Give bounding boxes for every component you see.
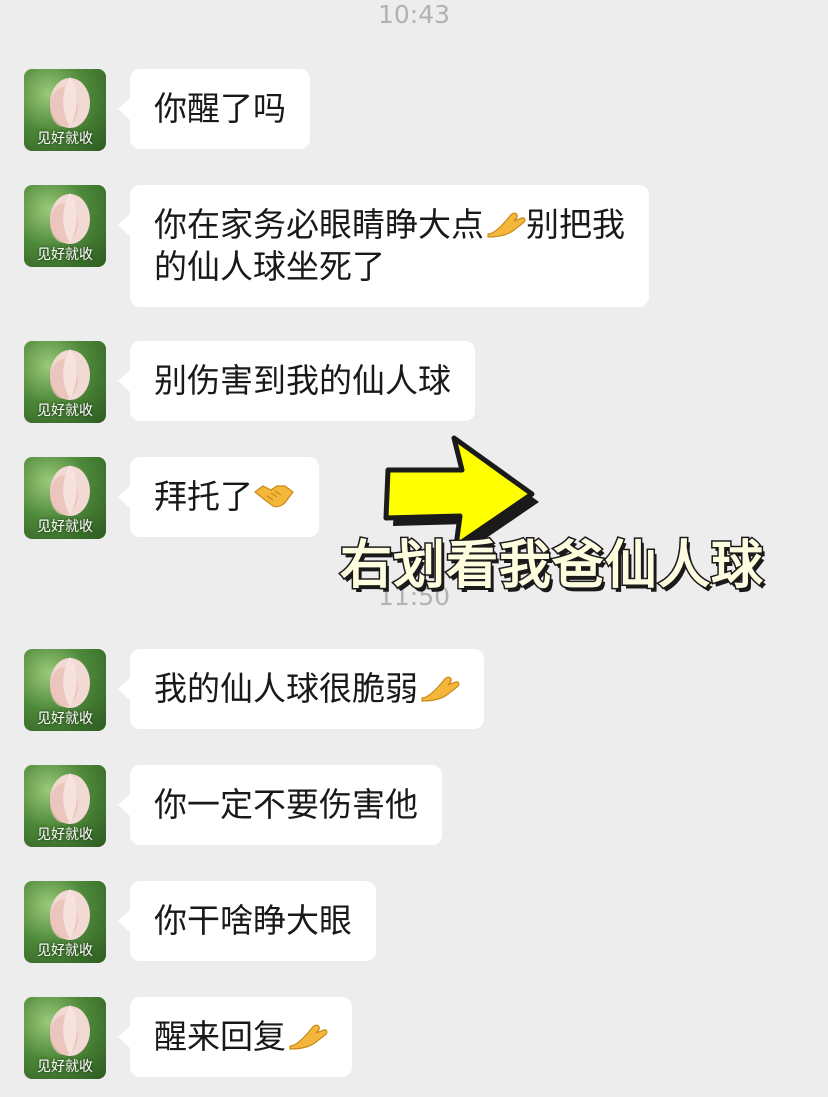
message-text-line: 醒来回复: [154, 1016, 328, 1058]
pinching-hand-icon: [289, 1024, 328, 1050]
avatar-caption: 见好就收: [37, 131, 93, 147]
avatar-caption: 见好就收: [37, 519, 93, 535]
message-text-line: 拜托了: [154, 476, 295, 518]
avatar-caption: 见好就收: [37, 247, 93, 263]
overlay-caption: 右划看我爸仙人球: [338, 535, 765, 598]
timestamp-1: 10:43: [377, 0, 451, 29]
message-bubble[interactable]: 别伤害到我的仙人球: [118, 341, 475, 421]
message-text: 别把我: [526, 205, 625, 244]
contact-avatar[interactable]: 见好就收: [24, 649, 106, 731]
avatar-caption: 见好就收: [37, 827, 93, 843]
message-bubble[interactable]: 我的仙人球很脆弱: [118, 649, 484, 729]
contact-avatar[interactable]: 见好就收: [24, 185, 106, 267]
message-text: 你醒了吗: [154, 89, 286, 128]
contact-avatar[interactable]: 见好就收: [24, 881, 106, 963]
message-text: 的仙人球坐死了: [154, 247, 385, 286]
contact-avatar[interactable]: 见好就收: [24, 765, 106, 847]
avatar-caption: 见好就收: [37, 403, 93, 419]
pinching-hand-icon: [421, 676, 460, 702]
avatar-caption: 见好就收: [37, 1059, 93, 1075]
message-text: 醒来回复: [154, 1017, 286, 1056]
pinching-hand-icon: [487, 212, 526, 238]
message-bubble[interactable]: 你醒了吗: [118, 69, 310, 149]
contact-avatar[interactable]: 见好就收: [24, 69, 106, 151]
message-text: 拜托了: [154, 477, 253, 516]
message-text: 你一定不要伤害他: [154, 785, 418, 824]
message-text: 我的仙人球很脆弱: [154, 669, 418, 708]
message-bubble[interactable]: 醒来回复: [118, 997, 352, 1077]
message-text: 你在家务必眼睛睁大点: [154, 205, 484, 244]
contact-avatar[interactable]: 见好就收: [24, 341, 106, 423]
avatar-caption: 见好就收: [37, 943, 93, 959]
handshake-icon: [254, 485, 294, 508]
contact-avatar[interactable]: 见好就收: [24, 457, 106, 539]
contact-avatar[interactable]: 见好就收: [24, 997, 106, 1079]
message-bubble[interactable]: 你一定不要伤害他: [118, 765, 442, 845]
message-bubble[interactable]: 拜托了: [118, 457, 319, 537]
avatar-caption: 见好就收: [37, 711, 93, 727]
message-text-line: 你在家务必眼睛睁大点 别把我: [154, 204, 625, 246]
message-text: 你干啥睁大眼: [154, 901, 352, 940]
message-bubble[interactable]: 你在家务必眼睛睁大点 别把我 的仙人球坐死了: [118, 185, 649, 307]
message-bubble[interactable]: 你干啥睁大眼: [118, 881, 376, 961]
message-text-line: 我的仙人球很脆弱: [154, 668, 460, 710]
message-text: 别伤害到我的仙人球: [154, 361, 451, 400]
